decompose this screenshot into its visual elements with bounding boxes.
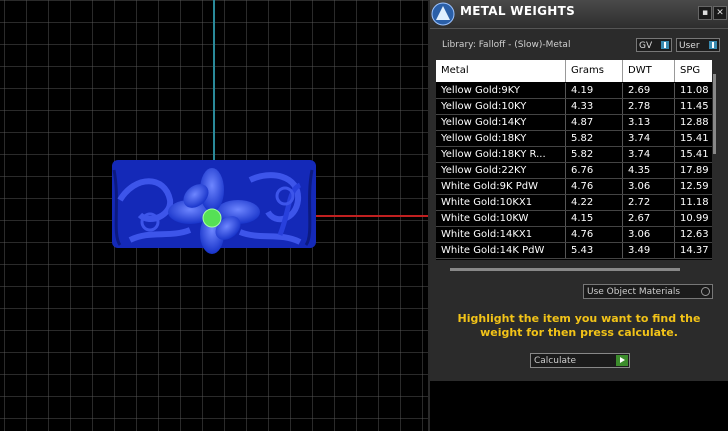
cell-metal: Yellow Gold:18KY R... bbox=[441, 149, 546, 160]
toggle-knob-icon bbox=[701, 287, 710, 296]
metal-weights-panel: METAL WEIGHTS ▪ ✕ Library: Falloff - (Sl… bbox=[430, 0, 728, 381]
cell-spg: 17.89 bbox=[674, 163, 712, 178]
cell-dwt: 2.69 bbox=[622, 83, 674, 98]
cell-dwt: 3.74 bbox=[622, 147, 674, 162]
cell-grams: 4.33 bbox=[565, 99, 622, 114]
cell-grams: 5.82 bbox=[565, 147, 622, 162]
cell-grams: 4.19 bbox=[565, 83, 622, 98]
cell-spg: 15.41 bbox=[674, 147, 712, 162]
cell-spg: 12.88 bbox=[674, 115, 712, 130]
cell-metal: White Gold:14K PdW bbox=[441, 245, 545, 256]
cell-grams: 4.15 bbox=[565, 211, 622, 226]
table-header: Metal Grams DWT SPG bbox=[436, 60, 712, 82]
col-grams[interactable]: Grams bbox=[565, 60, 622, 82]
cell-spg: 10.99 bbox=[674, 211, 712, 226]
table-horizontal-scrollbar[interactable] bbox=[450, 268, 680, 271]
cell-grams: 4.76 bbox=[565, 227, 622, 242]
cell-grams: 4.76 bbox=[565, 179, 622, 194]
minimize-icon[interactable]: ▪ bbox=[698, 6, 712, 20]
col-metal[interactable]: Metal bbox=[436, 60, 565, 82]
cell-dwt: 3.49 bbox=[622, 243, 674, 258]
panel-bottom-area bbox=[430, 381, 728, 431]
table-row[interactable]: Yellow Gold:9KY 4.19 2.69 11.08 bbox=[436, 83, 712, 99]
table-vertical-scrollbar[interactable] bbox=[713, 74, 716, 154]
library-label: Library: Falloff - (Slow)-Metal bbox=[442, 40, 571, 50]
metal-table[interactable]: Metal Grams DWT SPG Yellow Gold:9KY 4.19 2… bbox=[436, 60, 712, 260]
cell-dwt: 2.72 bbox=[622, 195, 674, 210]
calculate-arrow-icon bbox=[616, 355, 628, 366]
cell-dwt: 3.13 bbox=[622, 115, 674, 130]
col-spg[interactable]: SPG bbox=[674, 60, 712, 82]
cell-dwt: 4.35 bbox=[622, 163, 674, 178]
cell-grams: 5.82 bbox=[565, 131, 622, 146]
panel-title: METAL WEIGHTS bbox=[460, 4, 576, 18]
table-row[interactable]: Yellow Gold:22KY 6.76 4.35 17.89 bbox=[436, 163, 712, 179]
cell-metal: Yellow Gold:14KY bbox=[441, 117, 527, 128]
table-row[interactable]: Yellow Gold:18KY R... 5.82 3.74 15.41 bbox=[436, 147, 712, 163]
instructions-text: Highlight the item you want to find the … bbox=[457, 312, 701, 339]
cell-dwt: 2.67 bbox=[622, 211, 674, 226]
calculate-button[interactable]: Calculate bbox=[530, 353, 630, 368]
gv-toggle[interactable]: GV bbox=[636, 38, 672, 52]
cell-metal: Yellow Gold:18KY bbox=[441, 133, 527, 144]
use-object-materials-toggle[interactable]: Use Object Materials bbox=[583, 284, 713, 299]
cell-dwt: 2.78 bbox=[622, 99, 674, 114]
cell-metal: White Gold:9K PdW bbox=[441, 181, 538, 192]
table-row[interactable]: White Gold:14K PdW 5.43 3.49 14.37 bbox=[436, 243, 712, 259]
cell-spg: 12.59 bbox=[674, 179, 712, 194]
table-row[interactable]: Yellow Gold:18KY 5.82 3.74 15.41 bbox=[436, 131, 712, 147]
cell-grams: 4.87 bbox=[565, 115, 622, 130]
ring-model[interactable] bbox=[112, 160, 316, 254]
cell-metal: White Gold:10KW bbox=[441, 213, 529, 224]
table-row[interactable]: White Gold:10KX1 4.22 2.72 11.18 bbox=[436, 195, 712, 211]
cell-spg: 15.41 bbox=[674, 131, 712, 146]
cell-metal: White Gold:14KX1 bbox=[441, 229, 533, 240]
col-dwt[interactable]: DWT bbox=[622, 60, 674, 82]
viewport-canvas bbox=[0, 0, 428, 431]
metal-weights-icon bbox=[431, 2, 455, 26]
cell-metal: Yellow Gold:9KY bbox=[441, 85, 520, 96]
cell-spg: 11.18 bbox=[674, 195, 712, 210]
user-toggle[interactable]: User bbox=[676, 38, 720, 52]
user-label: User bbox=[679, 41, 700, 51]
pivot-point bbox=[202, 208, 222, 228]
cell-grams: 4.22 bbox=[565, 195, 622, 210]
cell-spg: 11.08 bbox=[674, 83, 712, 98]
use-object-materials-label: Use Object Materials bbox=[587, 287, 681, 297]
cell-grams: 6.76 bbox=[565, 163, 622, 178]
table-row[interactable]: White Gold:10KW 4.15 2.67 10.99 bbox=[436, 211, 712, 227]
table-row[interactable]: White Gold:9K PdW 4.76 3.06 12.59 bbox=[436, 179, 712, 195]
table-row[interactable]: White Gold:14KX1 4.76 3.06 12.63 bbox=[436, 227, 712, 243]
cell-grams: 5.43 bbox=[565, 243, 622, 258]
table-row[interactable]: Yellow Gold:14KY 4.87 3.13 12.88 bbox=[436, 115, 712, 131]
cell-metal: White Gold:10KX1 bbox=[441, 197, 533, 208]
cell-dwt: 3.74 bbox=[622, 131, 674, 146]
table-row[interactable]: Yellow Gold:10KY 4.33 2.78 11.45 bbox=[436, 99, 712, 115]
close-icon[interactable]: ✕ bbox=[713, 6, 727, 20]
cell-dwt: 3.06 bbox=[622, 227, 674, 242]
cell-dwt: 3.06 bbox=[622, 179, 674, 194]
cell-spg: 14.37 bbox=[674, 243, 712, 258]
cell-metal: Yellow Gold:22KY bbox=[441, 165, 527, 176]
gv-label: GV bbox=[639, 41, 653, 51]
calculate-label: Calculate bbox=[534, 356, 577, 366]
3d-viewport[interactable] bbox=[0, 0, 428, 431]
cell-spg: 12.63 bbox=[674, 227, 712, 242]
cell-metal: Yellow Gold:10KY bbox=[441, 101, 527, 112]
cell-spg: 11.45 bbox=[674, 99, 712, 114]
panel-titlebar[interactable]: METAL WEIGHTS ▪ ✕ bbox=[430, 0, 728, 29]
